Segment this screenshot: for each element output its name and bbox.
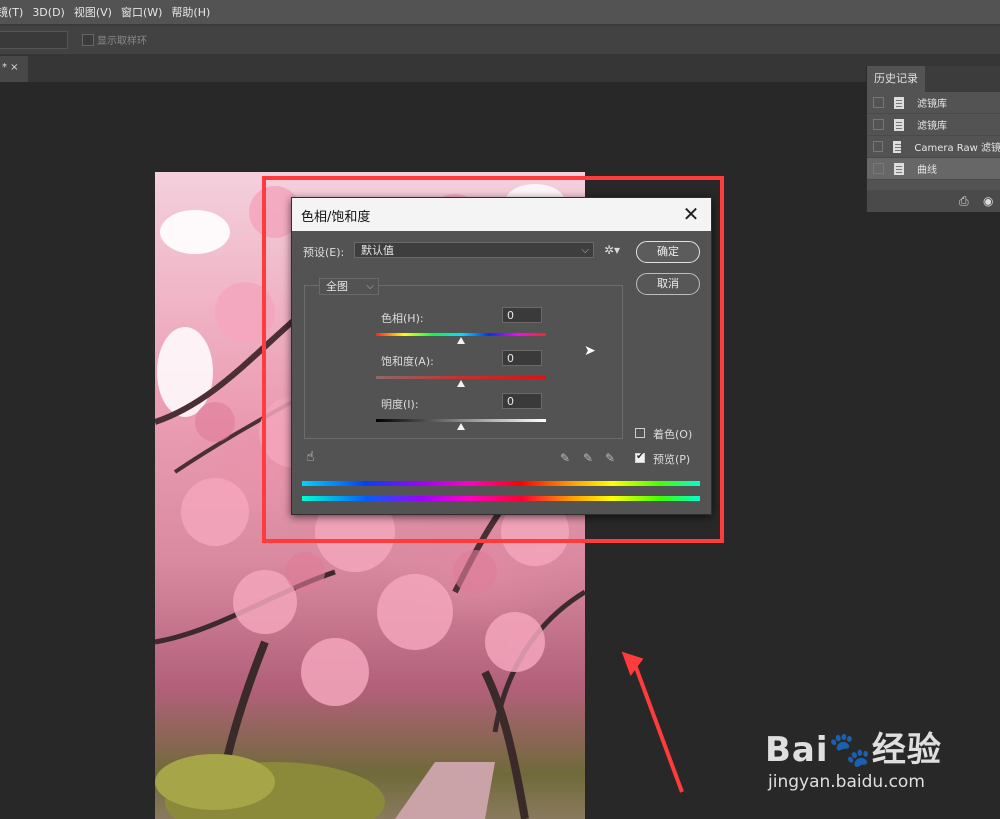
menu-filter[interactable]: 镜(T)	[0, 4, 32, 20]
history-item[interactable]: Camera Raw 滤镜	[867, 136, 1000, 158]
mouse-cursor-icon: ➤	[584, 343, 596, 359]
document-icon	[892, 140, 902, 153]
history-panel: 历史记录 滤镜库 滤镜库 Camera Raw 滤镜 曲线 ⎙ ◉	[866, 66, 1000, 212]
history-panel-tabbar: 历史记录	[867, 66, 1000, 92]
document-icon	[894, 118, 904, 131]
baidu-jingyan-watermark: Bai🐾经验 jingyan.baidu.com	[740, 712, 1000, 819]
show-sampling-ring-checkbox[interactable]	[82, 34, 94, 46]
history-item-active[interactable]: 曲线	[867, 158, 1000, 180]
history-item-label: Camera Raw 滤镜	[914, 143, 1000, 154]
watermark-logo: Bai🐾经验	[765, 730, 942, 770]
history-item-label: 曲线	[917, 165, 937, 176]
sample-size-select[interactable]	[0, 31, 68, 49]
menu-3d[interactable]: 3D(D)	[32, 6, 74, 19]
history-item[interactable]: 滤镜库	[867, 92, 1000, 114]
history-item[interactable]: 滤镜库	[867, 114, 1000, 136]
history-snapshot-checkbox[interactable]	[873, 141, 883, 152]
history-snapshot-checkbox[interactable]	[873, 97, 884, 108]
watermark-url: jingyan.baidu.com	[768, 772, 925, 792]
history-snapshot-checkbox[interactable]	[873, 119, 884, 130]
document-icon	[894, 162, 904, 175]
show-sampling-ring-label: 显示取样环	[97, 36, 147, 47]
history-item-label: 滤镜库	[917, 121, 947, 132]
options-bar: 显示取样环	[0, 26, 1000, 54]
history-item-label: 滤镜库	[917, 99, 947, 110]
menu-view[interactable]: 视图(V)	[74, 4, 121, 20]
menu-bar: 镜(T) 3D(D) 视图(V) 窗口(W) 帮助(H)	[0, 0, 1000, 24]
document-tab[interactable]: * ×	[0, 56, 28, 82]
history-tab[interactable]: 历史记录	[867, 66, 925, 92]
annotation-highlight-box	[262, 176, 724, 543]
history-panel-footer: ⎙ ◉	[867, 190, 1000, 212]
menu-help[interactable]: 帮助(H)	[171, 4, 219, 20]
menu-window[interactable]: 窗口(W)	[121, 4, 171, 20]
history-snapshot-checkbox[interactable]	[873, 163, 884, 174]
annotation-arrow	[621, 651, 684, 793]
new-document-from-state-icon[interactable]: ⎙	[959, 194, 969, 209]
document-tab-strip: * ×	[0, 54, 1000, 82]
snapshot-camera-icon[interactable]: ◉	[983, 194, 993, 208]
document-icon	[894, 96, 904, 109]
